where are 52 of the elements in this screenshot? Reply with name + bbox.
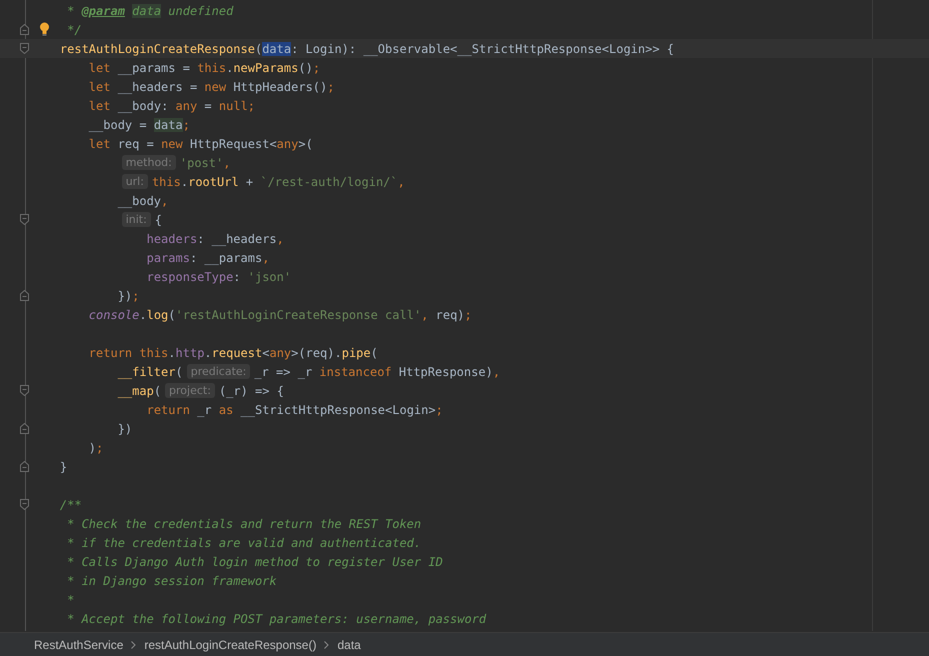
code-text: }) xyxy=(118,420,132,438)
fold-end-icon[interactable] xyxy=(20,290,29,301)
code-text: return this.http.request<any>(req).pipe( xyxy=(88,344,378,362)
code-text: ); xyxy=(88,440,104,456)
code-text: { xyxy=(154,212,162,228)
code-text: * Calls Django Auth login method to register User ID xyxy=(66,554,443,570)
code-text: __map( xyxy=(118,382,162,400)
code-text: * in Django session framework xyxy=(66,572,277,590)
breadcrumb-item[interactable]: RestAuthService xyxy=(34,636,124,654)
code-text: let __body: any = null; xyxy=(88,98,256,114)
code-text: } xyxy=(60,458,68,476)
code-text: */ xyxy=(66,22,82,38)
code-text: let req = new HttpRequest<any>( xyxy=(88,136,313,152)
code-text: (_r) => { xyxy=(218,382,284,400)
code-text: * Check the credentials and return the REST Token xyxy=(66,516,422,532)
fold-start-icon[interactable] xyxy=(20,385,29,396)
lightbulb-icon[interactable] xyxy=(39,22,50,36)
parameter-hint: method: xyxy=(122,155,176,170)
code-text: * if the credentials are valid and authenticated. xyxy=(66,534,422,552)
code-text: headers: __headers, xyxy=(146,230,284,248)
code-text: __body, xyxy=(118,192,168,210)
fold-start-icon[interactable] xyxy=(20,214,29,225)
code-text: console.log('restAuthLoginCreateResponse call', req); xyxy=(88,306,472,324)
parameter-hint: project: xyxy=(165,383,215,398)
fold-end-icon[interactable] xyxy=(20,24,29,35)
fold-start-icon[interactable] xyxy=(20,43,29,54)
code-text: __filter( xyxy=(118,364,183,380)
parameter-hint: predicate: xyxy=(186,364,250,379)
code-text: return _r as __StrictHttpResponse<Login>; xyxy=(146,402,443,418)
fold-start-icon[interactable] xyxy=(20,499,29,510)
code-text: * @param data undefined xyxy=(66,2,234,20)
code-text: let __params = this.newParams(); xyxy=(88,60,320,76)
breadcrumb-item[interactable]: data xyxy=(337,636,361,654)
parameter-hint: url: xyxy=(122,174,148,189)
code-text: * Accept the following POST parameters: username, password xyxy=(66,610,486,628)
code-text: }); xyxy=(118,288,140,304)
code-text: responseType: 'json' xyxy=(146,268,292,286)
code-text: __body = data; xyxy=(88,116,190,134)
fold-end-icon[interactable] xyxy=(20,423,29,434)
code-text: this.rootUrl + `/rest-auth/login/`, xyxy=(152,174,405,190)
code-text: _r => _r instanceof HttpResponse), xyxy=(254,364,500,380)
code-text: restAuthLoginCreateResponse(data: Login): __Observable<__StrictHttpResponse<Login>> { xyxy=(60,40,674,58)
code-text: params: __params, xyxy=(146,250,270,266)
chevron-right-icon xyxy=(324,640,330,648)
code-text: /** xyxy=(60,496,82,514)
code-text: * xyxy=(66,592,74,608)
parameter-hint: init: xyxy=(122,212,151,227)
chevron-right-icon xyxy=(131,640,136,648)
code-text: let __headers = new HttpHeaders(); xyxy=(88,78,334,96)
code-text: 'post', xyxy=(180,154,230,172)
fold-end-icon[interactable] xyxy=(20,461,29,472)
breadcrumb-item[interactable]: restAuthLoginCreateResponse() xyxy=(144,636,316,654)
